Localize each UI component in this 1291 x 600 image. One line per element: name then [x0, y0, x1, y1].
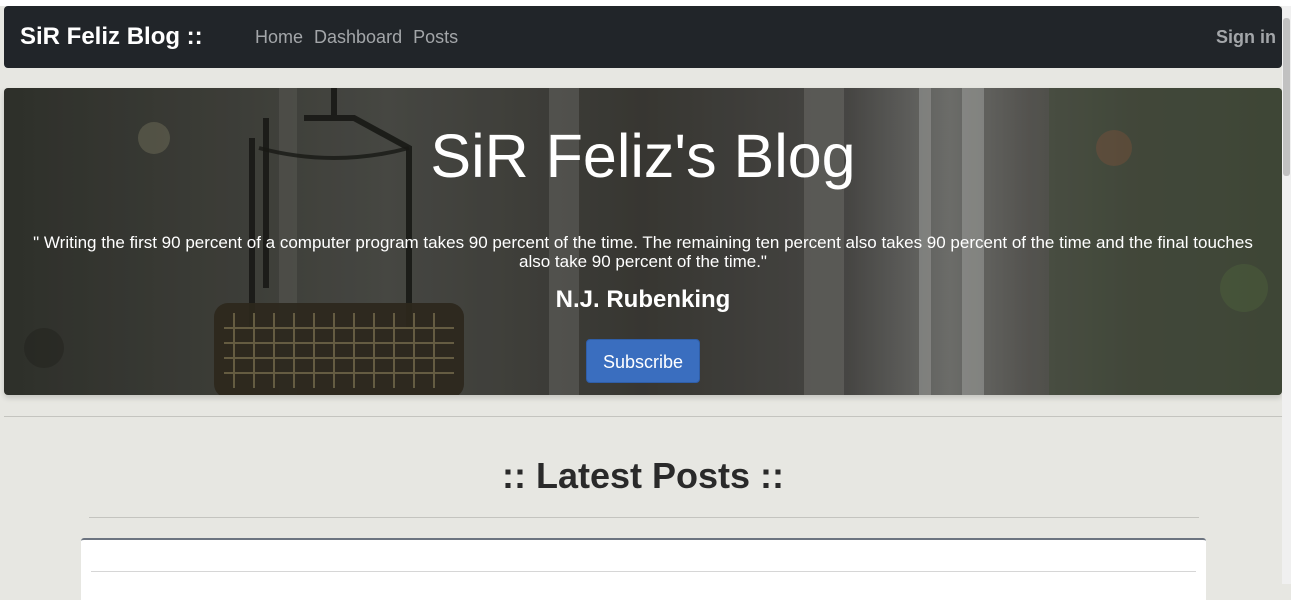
- navbar: SiR Feliz Blog :: Home Dashboard Posts S…: [4, 6, 1282, 68]
- scrollbar-thumb[interactable]: [1283, 18, 1290, 176]
- hero-content: SiR Feliz's Blog " Writing the first 90 …: [4, 88, 1282, 395]
- hero-quote-author: N.J. Rubenking: [555, 286, 731, 313]
- latest-posts-divider: [89, 517, 1199, 518]
- sign-in-link[interactable]: Sign in: [1216, 26, 1276, 48]
- hero-banner: SiR Feliz's Blog " Writing the first 90 …: [4, 88, 1282, 395]
- page-scrollbar[interactable]: [1282, 6, 1291, 584]
- posts-card-divider: [91, 571, 1196, 572]
- hero-quote: " Writing the first 90 percent of a comp…: [33, 233, 1253, 271]
- posts-card: [81, 538, 1206, 600]
- hero-title: SiR Feliz's Blog: [430, 122, 856, 190]
- subscribe-button[interactable]: Subscribe: [586, 339, 700, 383]
- latest-posts-heading: :: Latest Posts ::: [501, 455, 785, 496]
- nav-link-dashboard[interactable]: Dashboard: [314, 26, 402, 48]
- brand-link[interactable]: SiR Feliz Blog ::: [20, 23, 203, 51]
- nav-link-home[interactable]: Home: [255, 26, 303, 48]
- section-divider: [4, 416, 1282, 417]
- nav-link-posts[interactable]: Posts: [413, 26, 458, 48]
- nav-links: Home Dashboard Posts: [255, 26, 458, 48]
